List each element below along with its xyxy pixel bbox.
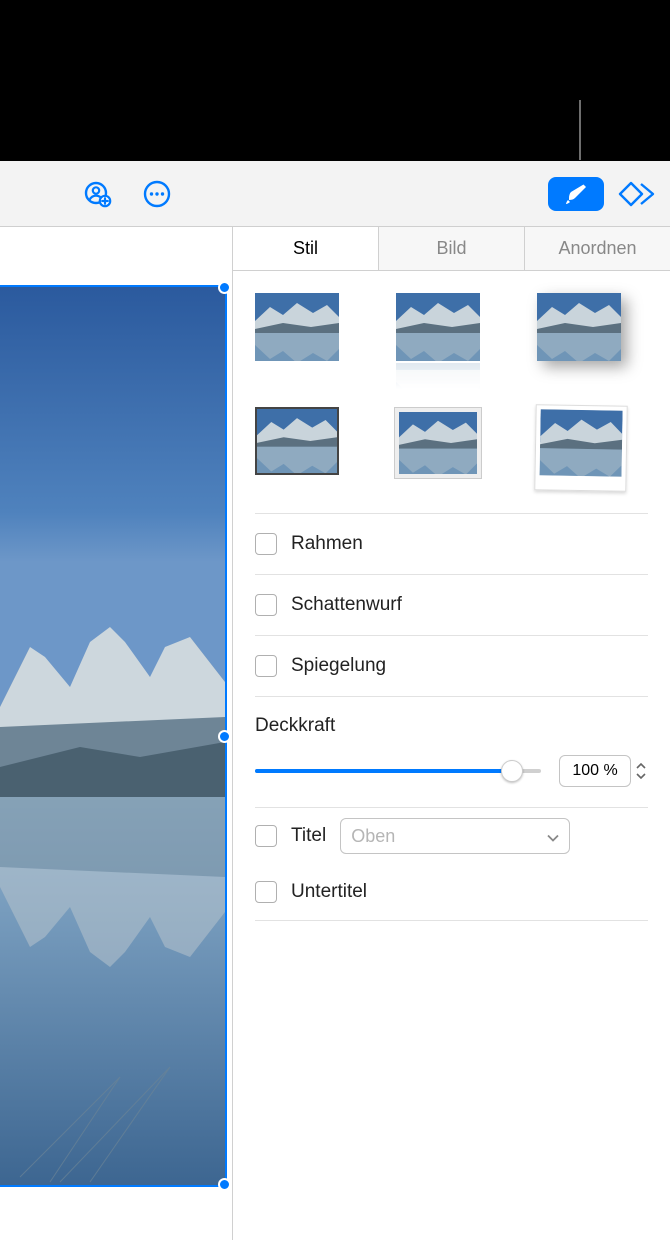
inspector-tabs: Stil Bild Anordnen: [233, 227, 670, 271]
reflection-checkbox[interactable]: [255, 655, 277, 677]
animate-inspector-button[interactable]: [614, 177, 660, 211]
opacity-slider[interactable]: [255, 761, 541, 781]
chevron-down-icon: [547, 826, 559, 847]
style-preset-5[interactable]: [396, 407, 480, 475]
collaborate-icon: [82, 179, 112, 209]
shadow-label: Schattenwurf: [291, 594, 402, 616]
canvas-area[interactable]: [0, 227, 233, 1240]
reflection-label: Spiegelung: [291, 655, 386, 677]
annotation-dark-area: [0, 0, 670, 161]
frame-row: Rahmen: [233, 514, 670, 574]
subtitle-row: Untertitel: [233, 864, 670, 920]
style-preset-1[interactable]: [255, 293, 339, 361]
title-checkbox[interactable]: [255, 825, 277, 847]
frame-label: Rahmen: [291, 533, 363, 555]
frame-checkbox[interactable]: [255, 533, 277, 555]
opacity-label: Deckkraft: [255, 715, 648, 737]
title-row: Titel Oben: [233, 808, 670, 864]
title-label: Titel: [291, 825, 326, 847]
title-position-value: Oben: [351, 826, 395, 847]
callout-line: [579, 100, 581, 160]
chevron-down-icon: [636, 773, 646, 779]
style-preset-3[interactable]: [537, 293, 621, 361]
opacity-step-up[interactable]: [634, 761, 648, 771]
opacity-section: Deckkraft: [233, 697, 670, 807]
selected-image[interactable]: [0, 287, 225, 1185]
subtitle-label: Untertitel: [291, 881, 367, 903]
tab-style[interactable]: Stil: [233, 227, 379, 270]
title-position-dropdown[interactable]: Oben: [340, 818, 570, 854]
shadow-row: Schattenwurf: [233, 575, 670, 635]
top-toolbar: [0, 161, 670, 227]
content-area: Stil Bild Anordnen: [0, 227, 670, 1240]
animate-diamond-icon: [617, 180, 657, 208]
subtitle-checkbox[interactable]: [255, 881, 277, 903]
tab-image[interactable]: Bild: [379, 227, 525, 270]
more-icon: [142, 179, 172, 209]
format-inspector: Stil Bild Anordnen: [233, 227, 670, 1240]
more-button[interactable]: [140, 177, 174, 211]
format-inspector-button[interactable]: [548, 177, 604, 211]
selection-handle-middle-right[interactable]: [218, 730, 231, 743]
opacity-step-down[interactable]: [634, 771, 648, 781]
image-content: [0, 287, 225, 1185]
tab-arrange[interactable]: Anordnen: [525, 227, 670, 270]
selection-handle-bottom-right[interactable]: [218, 1178, 231, 1191]
reflection-row: Spiegelung: [233, 636, 670, 696]
selection-handle-top-right[interactable]: [218, 281, 231, 294]
collaborate-button[interactable]: [80, 177, 114, 211]
separator: [255, 920, 648, 921]
style-preset-4[interactable]: [255, 407, 339, 475]
format-brush-icon: [563, 182, 589, 206]
style-preset-2[interactable]: [396, 293, 480, 385]
opacity-value-input[interactable]: [559, 755, 631, 787]
shadow-checkbox[interactable]: [255, 594, 277, 616]
opacity-stepper: [559, 755, 648, 787]
style-preset-6[interactable]: [537, 407, 621, 497]
style-thumbnails: [233, 271, 670, 513]
chevron-up-icon: [636, 763, 646, 769]
